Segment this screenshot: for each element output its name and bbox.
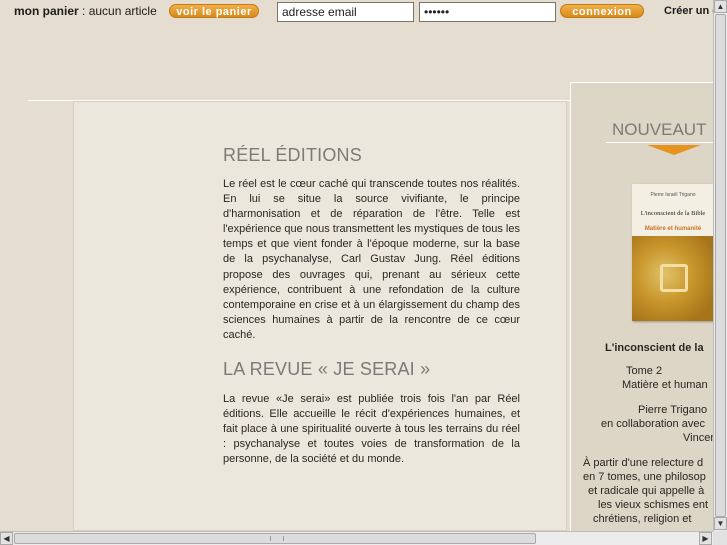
horizontal-scroll-thumb[interactable] [14, 533, 536, 544]
book-cover-illustration [632, 236, 714, 321]
grip-icon [270, 536, 284, 541]
cart-separator: : [78, 4, 89, 18]
book-volume: Tome 2 [626, 365, 663, 377]
book-cover-title: L'inconscient de la Bible [640, 210, 706, 217]
news-title: NOUVEAUT [612, 120, 707, 139]
book-title[interactable]: L'inconscient de la [605, 341, 727, 356]
book-description-line: et radicale qui appelle à [588, 485, 705, 497]
vertical-scroll-thumb[interactable] [715, 14, 726, 517]
book-collaboration: en collaboration avec [601, 418, 705, 430]
news-title-underline [606, 142, 724, 143]
arrow-up-icon[interactable]: ▲ [714, 0, 727, 13]
book-description-line: chrétiens, religion et [593, 513, 692, 525]
cart-status: aucun article [88, 4, 157, 18]
email-field[interactable] [277, 2, 414, 22]
create-account-link[interactable]: Créer un c [664, 5, 718, 17]
arrow-left-icon[interactable]: ◀ [0, 532, 13, 545]
book-subtitle: Matière et human [622, 379, 708, 391]
spiral-icon [660, 264, 688, 292]
section-title-revue: LA REVUE « JE SERAI » [223, 359, 431, 379]
section-text-editions: Le réel est le cœur caché qui transcende… [223, 178, 520, 341]
login-button[interactable]: connexion [560, 4, 644, 18]
book-description-line: les vieux schismes ent [598, 499, 709, 511]
book-cover-author: Pierre Israël Trigano [650, 192, 696, 198]
section-title-editions: RÉEL ÉDITIONS [223, 145, 362, 165]
book-cover-subtitle: Matière et humanité [644, 226, 702, 232]
arrow-down-icon[interactable]: ▼ [714, 517, 727, 530]
down-arrow-icon [647, 145, 701, 155]
book-description-line: en 7 tomes, une philosop [583, 471, 706, 483]
vertical-scrollbar[interactable]: ▲ ▼ [713, 0, 727, 531]
cart-label: mon panier [14, 4, 79, 18]
scrollbar-corner [713, 531, 727, 545]
view-cart-button[interactable]: voir le panier [169, 4, 259, 18]
book-description-line: À partir d'une relecture d [583, 457, 704, 469]
arrow-right-icon[interactable]: ▶ [699, 532, 712, 545]
cart-summary: mon panier : aucun article [14, 4, 157, 18]
horizontal-scrollbar[interactable]: ◀ ▶ [0, 531, 713, 545]
section-text-revue: La revue «Je serai» est publiée trois fo… [223, 393, 520, 466]
top-bar: mon panier : aucun article voir le panie… [0, 0, 727, 24]
book-cover[interactable]: Pierre Israël Trigano L'inconscient de l… [632, 184, 714, 321]
password-field[interactable] [419, 2, 556, 22]
